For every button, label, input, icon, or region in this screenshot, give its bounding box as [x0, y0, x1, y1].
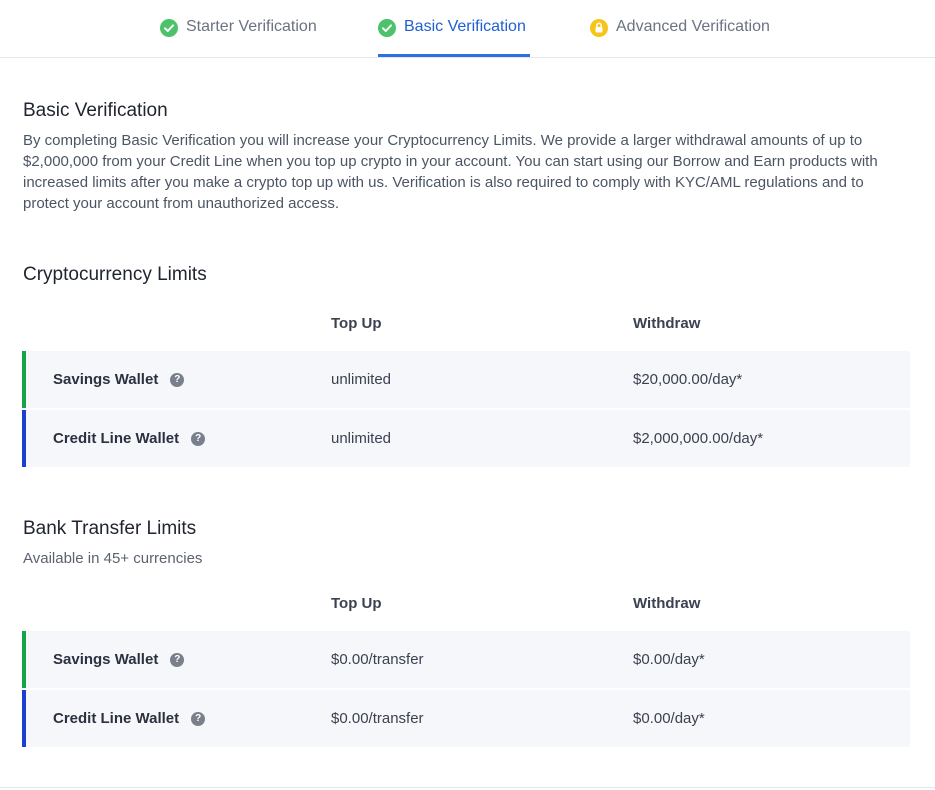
- wallet-name: Credit Line Wallet ?: [53, 430, 206, 447]
- tab-basic-verification[interactable]: Basic Verification: [378, 18, 530, 57]
- topup-limit: $0.00/transfer: [331, 710, 424, 727]
- crypto-col-topup: Top Up: [331, 315, 382, 332]
- check-circle-icon: [160, 19, 178, 37]
- wallet-name: Savings Wallet ?: [53, 651, 185, 668]
- tab-label: Basic Verification: [404, 18, 526, 35]
- wallet-name: Savings Wallet ?: [53, 371, 185, 388]
- withdraw-limit: $0.00/day*: [633, 710, 705, 727]
- basic-verification-title: Basic Verification: [23, 100, 168, 121]
- topup-limit: unlimited: [331, 371, 392, 388]
- bank-row-credit-line-wallet: Credit Line Wallet ? $0.00/transfer $0.0…: [22, 690, 910, 747]
- crypto-col-withdraw: Withdraw: [633, 315, 701, 332]
- bank-col-topup: Top Up: [331, 595, 382, 612]
- bank-limits-title: Bank Transfer Limits: [23, 518, 197, 539]
- bank-row-savings-wallet: Savings Wallet ? $0.00/transfer $0.00/da…: [22, 631, 910, 688]
- check-circle-icon: [378, 19, 396, 37]
- withdraw-limit: $0.00/day*: [633, 651, 705, 668]
- withdraw-limit: $20,000.00/day*: [633, 371, 743, 388]
- crypto-row-savings-wallet: Savings Wallet ? unlimited $20,000.00/da…: [22, 351, 910, 408]
- tab-label: Starter Verification: [186, 18, 317, 35]
- basic-verification-description: By completing Basic Verification you wil…: [23, 132, 878, 212]
- help-icon[interactable]: ?: [191, 431, 206, 446]
- withdraw-limit: $2,000,000.00/day*: [633, 430, 764, 447]
- help-icon[interactable]: ?: [170, 652, 185, 667]
- tab-label: Advanced Verification: [616, 18, 770, 35]
- topup-limit: unlimited: [331, 430, 392, 447]
- crypto-row-credit-line-wallet: Credit Line Wallet ? unlimited $2,000,00…: [22, 410, 910, 467]
- bank-col-withdraw: Withdraw: [633, 595, 701, 612]
- verification-tabs: Starter Verification Basic Verification …: [0, 0, 935, 58]
- tab-starter-verification[interactable]: Starter Verification: [160, 18, 317, 57]
- crypto-limits-title: Cryptocurrency Limits: [23, 264, 207, 285]
- tab-advanced-verification[interactable]: Advanced Verification: [590, 18, 770, 57]
- help-icon[interactable]: ?: [191, 711, 206, 726]
- wallet-name: Credit Line Wallet ?: [53, 710, 206, 727]
- divider: [0, 787, 935, 788]
- lock-icon: [590, 19, 608, 37]
- bank-limits-subtitle: Available in 45+ currencies: [23, 550, 203, 567]
- help-icon[interactable]: ?: [170, 372, 185, 387]
- topup-limit: $0.00/transfer: [331, 651, 424, 668]
